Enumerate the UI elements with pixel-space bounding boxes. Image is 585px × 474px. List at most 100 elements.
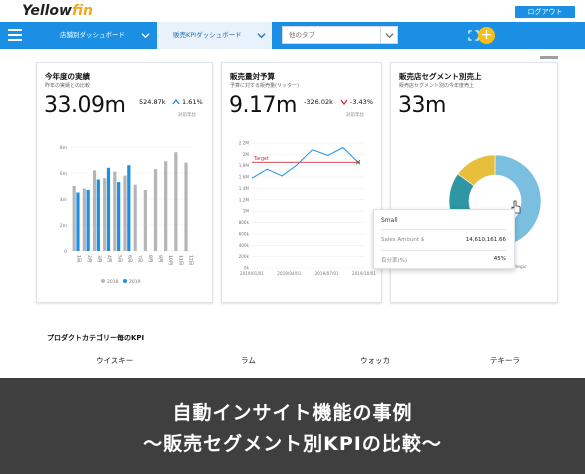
x-tick-label: 10月 <box>167 255 173 265</box>
top-bar: Yellowfin ログアウト <box>0 0 585 22</box>
y-tick-label: 1.6M <box>239 175 250 180</box>
kpi-delta: -326.02k <box>304 98 333 106</box>
card-subtitle: 昨年の実績との比較 <box>45 83 90 89</box>
bar-2018 <box>164 161 168 251</box>
bar-2019 <box>96 179 100 251</box>
category-column-header: ラム <box>241 356 256 365</box>
x-tick-label: 1月 <box>76 255 82 262</box>
y-tick-label: 1M <box>243 209 250 214</box>
tab-label: 販売KPIダッシュボード <box>173 31 242 39</box>
x-tick-label: 4月 <box>106 255 112 262</box>
compare-label: 対前年比 <box>346 113 364 118</box>
x-tick-label: 2019/10/01 <box>352 271 376 276</box>
kpi-card-annual-results: 今年度の実績 昨年の実績との比較 33.09m 524.87k 1.61% 対前… <box>36 62 213 303</box>
y-tick-label: 2M <box>243 152 250 157</box>
card-scroll-handle[interactable] <box>540 56 558 59</box>
down-arrow-icon <box>340 99 348 106</box>
bar-2018 <box>143 189 147 251</box>
x-tick-label: 2019/01/01 <box>240 271 264 276</box>
tooltip-value: 45% <box>493 256 506 262</box>
banner-subtitle: ～販売セグメント別KPIの比較～ <box>143 433 442 455</box>
x-tick-label: 8月 <box>147 255 153 262</box>
legend-marker <box>123 279 127 283</box>
menu-icon[interactable] <box>8 29 22 41</box>
kpi-value: 33m <box>398 93 446 118</box>
y-tick-label: 1.4M <box>239 186 250 191</box>
tab-sales-kpi-dashboard[interactable]: 販売KPIダッシュボード <box>157 22 272 49</box>
bar-2018 <box>103 178 107 251</box>
app-logo[interactable]: Yellowfin <box>22 3 93 19</box>
add-button[interactable]: + <box>478 27 495 44</box>
chart-tooltip: Small Sales Amount $ 14,610,161.66 百分率(%… <box>373 209 515 269</box>
chevron-down-icon <box>141 33 150 39</box>
bar-2018 <box>113 171 117 251</box>
budget-line-chart: Target 0k 200k 400k 600k 800k 1M 1.2M 1.4M 1.6M 1… <box>239 141 377 277</box>
bar-2019 <box>76 192 80 251</box>
bar-2018 <box>123 175 127 251</box>
x-tick-label: 6月 <box>126 255 132 262</box>
bar-2018 <box>82 188 86 251</box>
category-column-header: テキーラ <box>490 356 520 365</box>
tooltip-value: 14,610,161.66 <box>465 237 506 243</box>
y-tick-label: 6m <box>60 171 67 177</box>
x-tick-label: 2019/07/01 <box>315 271 339 276</box>
x-tick-label: 7月 <box>137 255 143 262</box>
bar-2018 <box>184 162 188 251</box>
card-subtitle: 予算に対する販売量(リッター) <box>230 83 299 89</box>
category-column-header: ウイスキー <box>96 356 134 365</box>
bar-2018 <box>133 184 137 251</box>
bar-2019 <box>106 167 111 251</box>
logout-button[interactable]: ログアウト <box>515 6 575 18</box>
other-tab-dropdown[interactable]: 他のタブ <box>282 26 398 44</box>
bar-2019 <box>127 165 131 251</box>
up-arrow-icon <box>172 98 180 105</box>
nav-bar: 店舗別ダッシュボード 販売KPIダッシュボード 他のタブ <box>0 22 585 49</box>
y-tick-label: 200k <box>239 254 250 259</box>
kpi-percent: -3.43% <box>350 98 373 106</box>
y-tick-label: 8m <box>60 145 67 151</box>
compare-label: 対前年比 <box>178 113 196 118</box>
bar-2019 <box>86 189 90 251</box>
y-tick-label: 1.2M <box>239 197 250 202</box>
tab-store-dashboard[interactable]: 店舗別ダッシュボード <box>40 22 154 49</box>
card-subtitle: 販売店セグメント別の今年度売上 <box>399 83 475 89</box>
x-tick-label: 2月 <box>86 255 92 262</box>
x-tick-label: 11月 <box>177 255 183 265</box>
x-tick-label: 3月 <box>96 255 102 262</box>
banner-title: 自動インサイト機能の事例 <box>172 402 413 424</box>
caption-banner <box>0 378 585 474</box>
monthly-bar-chart: 0 2m 4m 6m 8m 1月 2月 3月 4月 5月 6月 7月 8月 9月 10月 11月 12月 201… <box>60 145 194 285</box>
tooltip-title: Small <box>381 217 398 224</box>
tab-label: 店舗別ダッシュボード <box>60 31 125 39</box>
legend-marker <box>101 279 105 283</box>
bar-2018 <box>92 170 97 251</box>
tooltip-label: 百分率(%) <box>381 258 408 264</box>
section-title: プロダクトカテゴリー毎のKPI <box>47 334 145 342</box>
other-tab-placeholder: 他のタブ <box>289 31 315 39</box>
legend-label: 2019 <box>129 279 141 285</box>
kpi-delta: 524.87k <box>139 98 166 106</box>
y-tick-label: 0 <box>64 249 67 255</box>
kpi-card-sales-vs-budget: 販売量対予算 予算に対する販売量(リッター) 9.17m -326.02k -3… <box>221 62 382 303</box>
logo-text: Yellowfin <box>22 3 93 19</box>
y-tick-label: 800k <box>239 220 250 225</box>
tooltip-row: 百分率(%) 45% <box>381 256 506 266</box>
card-title: 販売量対予算 <box>230 72 275 81</box>
legend-label: 2018 <box>107 279 119 285</box>
x-tick-label: 9月 <box>157 255 163 262</box>
target-label: Target <box>253 156 269 162</box>
y-tick-label: 2.2M <box>239 141 250 146</box>
y-tick-label: 400k <box>239 243 250 248</box>
bar-2019 <box>117 182 121 251</box>
y-tick-label: 1.8M <box>239 163 250 168</box>
category-column-header: ウォッカ <box>360 356 390 365</box>
chevron-down-icon <box>257 33 266 39</box>
chevron-down-icon <box>385 33 394 39</box>
y-tick-label: 4m <box>60 197 67 203</box>
series-line <box>251 146 359 179</box>
bar-2018 <box>72 186 76 251</box>
kpi-percent: 1.61% <box>182 98 203 106</box>
y-tick-label: 2m <box>60 223 67 229</box>
kpi-value: 9.17m <box>229 93 297 118</box>
card-title: 今年度の実績 <box>45 72 90 81</box>
